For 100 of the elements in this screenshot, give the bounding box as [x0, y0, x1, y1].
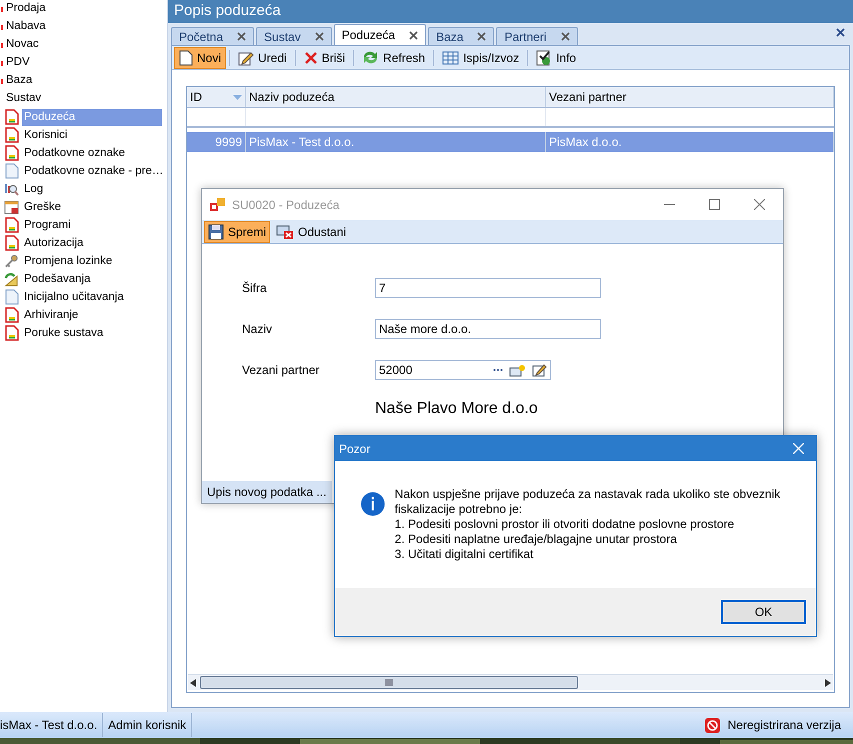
new-item-icon[interactable] [509, 364, 526, 376]
tree-item[interactable]: Greške [22, 198, 64, 216]
toolbar-button[interactable]: Ispis/Izvoz [437, 46, 524, 68]
column-header[interactable]: Vezani partner [546, 87, 834, 107]
tree-item[interactable]: Podatkovne oznake [22, 144, 128, 162]
delete-icon [304, 50, 318, 64]
horizontal-scrollbar[interactable] [188, 674, 833, 690]
right-arrow-icon[interactable] [825, 678, 831, 686]
checklist-icon [536, 50, 552, 66]
toolbar-button[interactable]: Spremi [204, 220, 270, 242]
tree-marker [1, 78, 3, 84]
toolbar-button[interactable]: Novi [174, 46, 226, 68]
keys-icon [4, 254, 19, 268]
spreadsheet-icon [4, 200, 19, 214]
tree-item[interactable]: Programi [22, 216, 73, 234]
message-text: Nakon uspješne prijave poduzeća za nastavak rada ukoliko ste obveznik fiskalizacije potrebno je: [394, 487, 782, 517]
toolbar-button[interactable]: Uredi [233, 46, 292, 68]
text-field[interactable]: 7 [375, 278, 601, 298]
magnifier-icon [4, 182, 19, 196]
tree-item[interactable]: Promjena lozinke [22, 252, 114, 270]
tree-item[interactable]: Novac [6, 36, 39, 54]
tree-item[interactable]: Nabava [6, 18, 46, 36]
dialog-title: Pozor [339, 440, 370, 458]
text-field[interactable]: Naše more d.o.o. [375, 319, 601, 339]
partner-name: Naše Plavo More d.o.o [375, 399, 539, 419]
close-icon[interactable] [409, 30, 418, 40]
new-page-icon [179, 50, 193, 66]
tab[interactable]: Partneri [496, 27, 578, 45]
document-icon [4, 235, 18, 251]
close-icon[interactable] [754, 199, 765, 210]
tree-item[interactable]: Podešavanja [22, 270, 92, 288]
document-icon [4, 289, 18, 305]
close-icon[interactable] [237, 32, 246, 41]
left-arrow-icon[interactable] [190, 678, 196, 686]
tree-item[interactable]: Sustav [6, 90, 42, 108]
maximize-icon[interactable] [709, 199, 720, 210]
document-icon [4, 163, 18, 179]
status-text: Admin korisnik [103, 713, 192, 737]
table-icon [442, 50, 460, 64]
info-icon [361, 489, 385, 519]
tree-item[interactable]: Poruke sustava [22, 324, 106, 342]
tree-item[interactable]: Arhiviranje [22, 306, 80, 324]
tree-marker [1, 6, 3, 12]
toolbar-button[interactable]: Info [531, 46, 582, 68]
tab[interactable]: Poduzeća [334, 24, 426, 45]
status-text: isMax - Test d.o.o. [0, 713, 104, 737]
scroll-thumb[interactable] [200, 676, 578, 689]
table-cell: 9999 [187, 132, 246, 152]
toolbar-button[interactable]: Briši [298, 46, 350, 68]
tab[interactable]: Baza [428, 27, 494, 45]
panel-title: Popis poduzeća [168, 0, 853, 23]
message-text: 3. Učitati digitalni certifikat [394, 547, 534, 562]
window-title: SU0020 - Poduzeća [232, 196, 340, 214]
tree-marker [1, 24, 3, 30]
field-label: Naziv [242, 321, 274, 338]
tree-marker [1, 60, 3, 66]
app-icon [210, 198, 226, 212]
tab[interactable]: Početna [171, 27, 254, 45]
column-header[interactable]: ID [187, 87, 246, 107]
document-icon [4, 127, 18, 143]
message-text: 2. Podesiti naplatne uređaje/blagajne unutar prostora [394, 532, 678, 547]
close-icon[interactable] [314, 32, 324, 41]
tab[interactable]: Sustav [256, 27, 332, 45]
field-value: 52000 [379, 362, 414, 379]
tree-item[interactable]: Korisnici [22, 126, 70, 144]
status-text: Neregistrirana verzija [726, 717, 842, 734]
document-icon [4, 307, 18, 323]
tree-item[interactable]: Log [22, 180, 46, 198]
toolbar-button[interactable]: Odustani [272, 220, 350, 242]
ellipsis-icon[interactable] [493, 368, 503, 372]
message-text: 1. Podesiti poslovni prostor ili otvoriti dodatne poslovne prostore [394, 517, 736, 532]
tree-item[interactable]: PDV [6, 54, 30, 72]
edit-icon[interactable] [532, 363, 547, 377]
column-header[interactable]: Naziv poduzeća [246, 87, 546, 107]
field-label: Vezani partner [242, 362, 320, 379]
toolbar-button[interactable]: Refresh [357, 46, 430, 68]
tree-item[interactable]: Autorizacija [22, 234, 86, 252]
close-icon[interactable] [560, 32, 570, 41]
document-icon [4, 109, 18, 125]
close-icon[interactable] [477, 32, 486, 41]
tree-item[interactable]: Inicijalno učitavanja [22, 288, 126, 306]
field-label: Šifra [242, 280, 268, 297]
pencil-icon [238, 50, 254, 66]
tree-marker [1, 42, 3, 48]
tree-item[interactable]: Prodaja [6, 0, 46, 18]
lookup-field[interactable]: 52000 [375, 360, 551, 380]
document-icon [4, 325, 18, 341]
tree-item[interactable]: Podatkovne oznake - pre… [22, 162, 166, 180]
close-icon[interactable] [836, 28, 845, 37]
prohibited-icon [704, 718, 720, 732]
ok-button[interactable]: OK [721, 600, 806, 624]
settings-icon [4, 272, 19, 286]
tree-item[interactable]: Baza [6, 72, 32, 90]
table-cell: PisMax d.o.o. [546, 132, 834, 152]
cancel-icon [276, 224, 294, 240]
document-icon [4, 217, 18, 233]
status-text: Upis novog podatka ... [206, 484, 328, 501]
document-icon [4, 145, 18, 161]
refresh-icon [362, 50, 380, 65]
table-cell: PisMax - Test d.o.o. [246, 132, 546, 152]
